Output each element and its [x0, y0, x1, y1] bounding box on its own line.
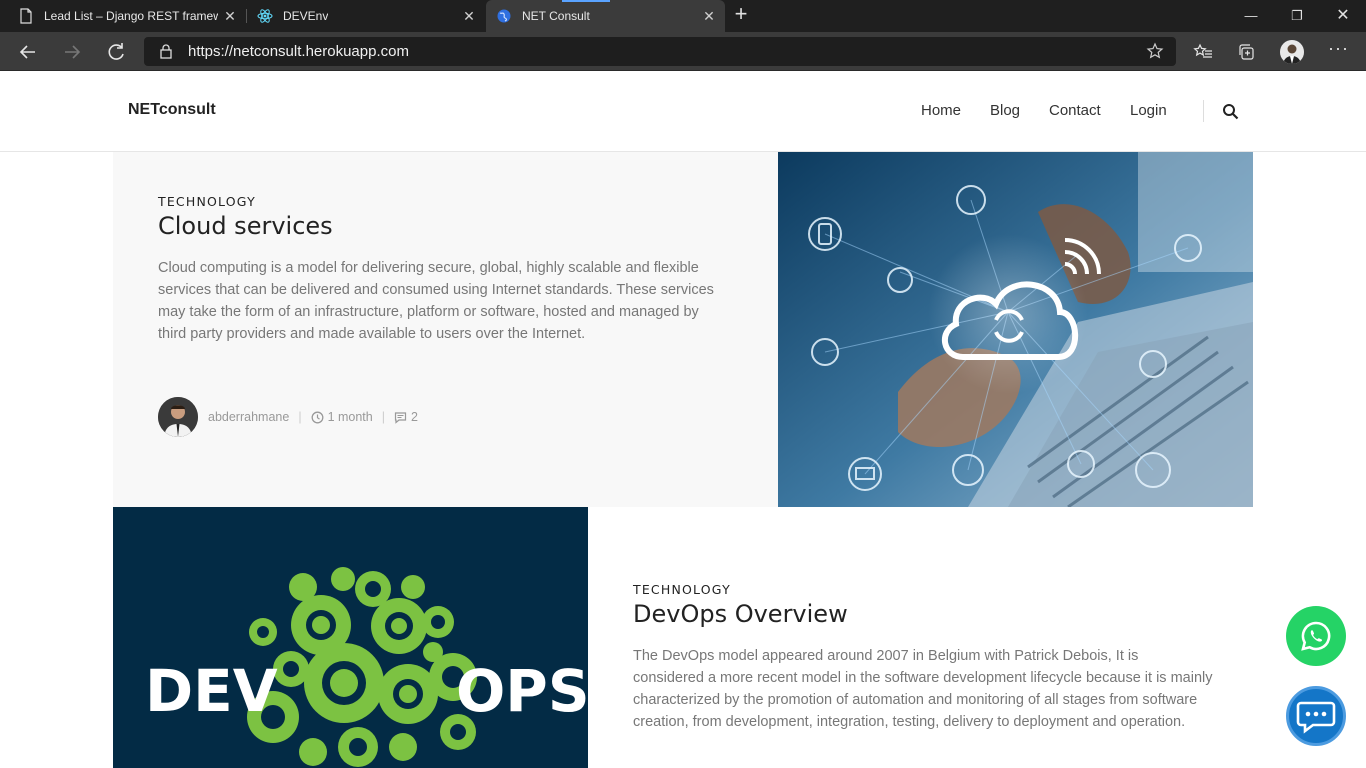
close-icon[interactable]: ✕	[701, 8, 717, 24]
meta-separator: |	[298, 410, 302, 424]
minimize-button[interactable]: —	[1228, 0, 1274, 32]
profile-avatar[interactable]	[1280, 40, 1304, 64]
meta-separator: |	[381, 410, 385, 424]
nav-home[interactable]: Home	[921, 102, 961, 119]
browser-toolbar: https://netconsult.herokuapp.com ···	[0, 32, 1366, 71]
loading-indicator	[562, 0, 610, 2]
tab-lead-list[interactable]: Lead List – Django REST framewo ✕	[0, 0, 246, 32]
globe-icon	[497, 9, 511, 23]
post-age: 1 month	[327, 410, 373, 424]
author-name[interactable]: abderrahmane	[208, 410, 289, 424]
whatsapp-icon	[1301, 621, 1331, 651]
search-icon[interactable]	[1222, 103, 1239, 120]
nav-contact[interactable]: Contact	[1049, 102, 1101, 119]
post-title[interactable]: Cloud services	[158, 212, 333, 240]
close-icon[interactable]: ✕	[461, 8, 477, 24]
comment-count[interactable]: 2	[411, 410, 418, 424]
nav-blog[interactable]: Blog	[990, 102, 1020, 119]
collections-icon[interactable]	[1237, 42, 1257, 62]
more-menu-icon[interactable]: ···	[1328, 38, 1348, 58]
browser-tab-strip: Lead List – Django REST framewo ✕ DEVEnv…	[0, 0, 1366, 32]
devops-text-left: DEV	[145, 657, 278, 725]
document-icon	[20, 8, 32, 24]
comment-icon	[394, 411, 407, 424]
back-icon[interactable]	[15, 39, 41, 65]
tab-title: Lead List – Django REST framewo	[44, 9, 218, 23]
address-bar[interactable]: https://netconsult.herokuapp.com	[144, 37, 1176, 66]
post-meta: abderrahmane | 1 month | 2	[158, 397, 418, 437]
whatsapp-button[interactable]	[1286, 606, 1346, 666]
tab-devenv[interactable]: DEVEnv ✕	[247, 0, 485, 32]
post-image-cloud-services[interactable]	[778, 152, 1253, 507]
post-card-cloud-services: TECHNOLOGY Cloud services Cloud computin…	[113, 152, 778, 507]
favorite-star-icon[interactable]	[1146, 42, 1164, 60]
close-icon[interactable]: ✕	[222, 8, 238, 24]
post-image-devops[interactable]: DEV OPS	[113, 507, 588, 768]
tab-net-consult[interactable]: NET Consult ✕	[486, 0, 725, 32]
site-header: NETconsult Home Blog Contact Login	[0, 71, 1366, 152]
post-category[interactable]: TECHNOLOGY	[158, 194, 256, 209]
url-text[interactable]: https://netconsult.herokuapp.com	[188, 43, 409, 60]
tab-title: DEVEnv	[283, 9, 329, 23]
post-card-devops: TECHNOLOGY DevOps Overview The DevOps mo…	[588, 507, 1253, 768]
forward-icon[interactable]	[59, 39, 85, 65]
nav-login[interactable]: Login	[1130, 102, 1167, 119]
favorites-icon[interactable]	[1193, 42, 1213, 62]
post-category[interactable]: TECHNOLOGY	[633, 582, 731, 597]
devops-text-right: OPS	[456, 657, 588, 725]
nav-divider	[1203, 100, 1204, 122]
chat-bubble-icon	[1296, 701, 1336, 734]
site-logo[interactable]: NETconsult	[128, 101, 216, 119]
lock-icon[interactable]	[158, 43, 174, 59]
maximize-button[interactable]: ❐	[1274, 0, 1320, 32]
window-close-button[interactable]: ✕	[1320, 0, 1366, 32]
post-excerpt: Cloud computing is a model for deliverin…	[158, 260, 714, 342]
author-avatar[interactable]	[158, 397, 198, 437]
new-tab-button[interactable]: +	[730, 3, 752, 26]
tab-title: NET Consult	[522, 9, 590, 23]
post-excerpt: The DevOps model appeared around 2007 in…	[633, 648, 1213, 730]
refresh-icon[interactable]	[103, 39, 129, 65]
post-title[interactable]: DevOps Overview	[633, 600, 848, 628]
react-icon	[257, 9, 273, 23]
chat-button[interactable]	[1286, 686, 1346, 746]
clock-icon	[311, 411, 324, 423]
